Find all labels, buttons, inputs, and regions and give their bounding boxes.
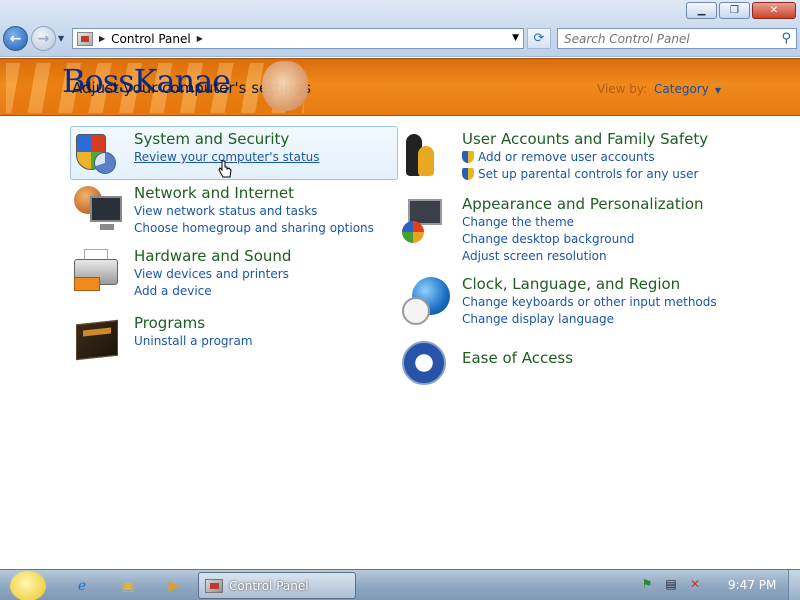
internet-explorer-icon[interactable]: ℯ bbox=[72, 576, 92, 596]
search-box[interactable]: ⚲ bbox=[557, 28, 797, 49]
address-dropdown-icon[interactable]: ▼ bbox=[512, 33, 519, 43]
accessibility-icon bbox=[402, 341, 446, 385]
forward-arrow-icon: → bbox=[37, 30, 50, 47]
category-system-security[interactable]: System and Security Review your computer… bbox=[72, 130, 320, 178]
clock-globe-icon bbox=[400, 275, 452, 325]
category-title[interactable]: Clock, Language, and Region bbox=[462, 275, 680, 293]
status-pie-icon bbox=[94, 152, 116, 174]
control-panel-icon bbox=[205, 578, 223, 593]
start-orb-icon bbox=[10, 571, 46, 600]
taskbar-control-panel[interactable]: Control Panel bbox=[198, 572, 356, 599]
minimize-icon: ▁ bbox=[697, 5, 706, 16]
link-add-device[interactable]: Add a device bbox=[134, 283, 291, 300]
breadcrumb-chevron-icon[interactable]: ▶ bbox=[99, 34, 105, 43]
link-change-theme[interactable]: Change the theme bbox=[462, 214, 704, 231]
user-figure-icon bbox=[418, 146, 434, 176]
device-icon bbox=[74, 277, 100, 291]
category-clock-region[interactable]: Clock, Language, and Region Change keybo… bbox=[400, 275, 717, 328]
caption-buttons: ▁ ❐ ✕ bbox=[686, 2, 796, 19]
system-tray: ⚑ ▤ ✕ bbox=[638, 574, 704, 594]
link-homegroup[interactable]: Choose homegroup and sharing options bbox=[134, 220, 374, 237]
category-network-internet[interactable]: Network and Internet View network status… bbox=[72, 184, 374, 237]
header-banner: BossKanae Adjust your computer's setting… bbox=[0, 58, 800, 116]
breadcrumb-chevron-icon[interactable]: ▶ bbox=[197, 34, 203, 43]
back-arrow-icon: ← bbox=[9, 30, 22, 47]
category-title[interactable]: Ease of Access bbox=[462, 349, 573, 367]
taskbar: ℯ ▣ ▶ Control Panel ⚑ ▤ ✕ 9:47 PM bbox=[0, 569, 800, 600]
monitor-icon bbox=[90, 196, 122, 230]
close-button[interactable]: ✕ bbox=[752, 2, 796, 19]
minimize-button[interactable]: ▁ bbox=[686, 2, 717, 19]
clock-icon bbox=[402, 297, 430, 325]
category-title[interactable]: Network and Internet bbox=[134, 184, 294, 202]
restore-icon: ❐ bbox=[730, 5, 739, 16]
address-bar[interactable]: ▶ Control Panel ▶ ▼ bbox=[72, 28, 524, 49]
media-player-icon[interactable]: ▶ bbox=[164, 576, 184, 596]
category-title[interactable]: User Accounts and Family Safety bbox=[462, 130, 708, 148]
ease-of-access-icon bbox=[400, 339, 452, 387]
programs-icon bbox=[72, 314, 124, 362]
view-by-label: View by: bbox=[597, 82, 648, 96]
restore-button[interactable]: ❐ bbox=[719, 2, 750, 19]
back-button[interactable]: ← bbox=[3, 26, 28, 51]
refresh-button[interactable]: ⟳ bbox=[527, 28, 551, 49]
link-keyboards[interactable]: Change keyboards or other input methods bbox=[462, 294, 717, 311]
forward-button[interactable]: → bbox=[31, 26, 56, 51]
palette-icon bbox=[402, 221, 424, 243]
category-user-accounts[interactable]: User Accounts and Family Safety Add or r… bbox=[400, 130, 708, 183]
breadcrumb-control-panel[interactable]: Control Panel bbox=[111, 32, 191, 46]
personalization-icon bbox=[400, 195, 452, 243]
window-chrome: ▁ ❐ ✕ ← → ▼ ▶ Control Panel ▶ ▼ ⟳ ⚲ bbox=[0, 0, 800, 57]
taskbar-control-panel-label: Control Panel bbox=[229, 578, 309, 593]
search-icon[interactable]: ⚲ bbox=[781, 31, 791, 46]
link-parental-controls[interactable]: Set up parental controls for any user bbox=[462, 166, 708, 183]
link-desktop-background[interactable]: Change desktop background bbox=[462, 231, 704, 248]
category-ease-of-access[interactable]: Ease of Access bbox=[400, 339, 573, 387]
recent-pages-dropdown[interactable]: ▼ bbox=[58, 34, 64, 43]
users-icon bbox=[400, 130, 452, 178]
link-add-remove-users[interactable]: Add or remove user accounts bbox=[462, 149, 708, 166]
close-icon: ✕ bbox=[769, 5, 779, 16]
category-title[interactable]: System and Security bbox=[134, 130, 289, 148]
link-screen-resolution[interactable]: Adjust screen resolution bbox=[462, 248, 704, 265]
explorer-folder-icon[interactable]: ▣ bbox=[118, 576, 138, 596]
printer-icon bbox=[72, 247, 124, 295]
program-box-icon bbox=[76, 319, 118, 361]
link-display-language[interactable]: Change display language bbox=[462, 311, 717, 328]
view-by-value: Category bbox=[654, 82, 709, 96]
start-button[interactable] bbox=[6, 570, 50, 600]
show-desktop-button[interactable] bbox=[788, 570, 800, 600]
link-network-status[interactable]: View network status and tasks bbox=[134, 203, 374, 220]
category-hardware-sound[interactable]: Hardware and Sound View devices and prin… bbox=[72, 247, 291, 300]
link-devices-printers[interactable]: View devices and printers bbox=[134, 266, 291, 283]
taskbar-clock[interactable]: 9:47 PM bbox=[728, 578, 776, 592]
shield-icon bbox=[72, 130, 124, 178]
category-title[interactable]: Appearance and Personalization bbox=[462, 195, 704, 213]
hand-cursor-icon bbox=[218, 160, 232, 178]
category-title[interactable]: Hardware and Sound bbox=[134, 247, 291, 265]
refresh-icon: ⟳ bbox=[533, 31, 545, 46]
control-panel-icon bbox=[77, 31, 93, 46]
category-appearance[interactable]: Appearance and Personalization Change th… bbox=[400, 195, 704, 265]
category-title[interactable]: Programs bbox=[134, 314, 205, 332]
avatar-image bbox=[262, 61, 308, 111]
link-uninstall-program[interactable]: Uninstall a program bbox=[134, 333, 253, 350]
control-panel-content: System and Security Review your computer… bbox=[0, 117, 800, 569]
network-icon bbox=[72, 184, 124, 232]
category-programs[interactable]: Programs Uninstall a program bbox=[72, 314, 253, 362]
dropdown-arrow-icon: ▼ bbox=[714, 86, 721, 95]
network-tray-icon[interactable]: ▤ bbox=[662, 574, 680, 594]
view-by-dropdown[interactable]: Category ▼ bbox=[654, 82, 721, 96]
volume-muted-icon[interactable]: ✕ bbox=[686, 574, 704, 594]
search-input[interactable] bbox=[558, 29, 768, 48]
action-center-icon[interactable]: ⚑ bbox=[638, 574, 656, 594]
